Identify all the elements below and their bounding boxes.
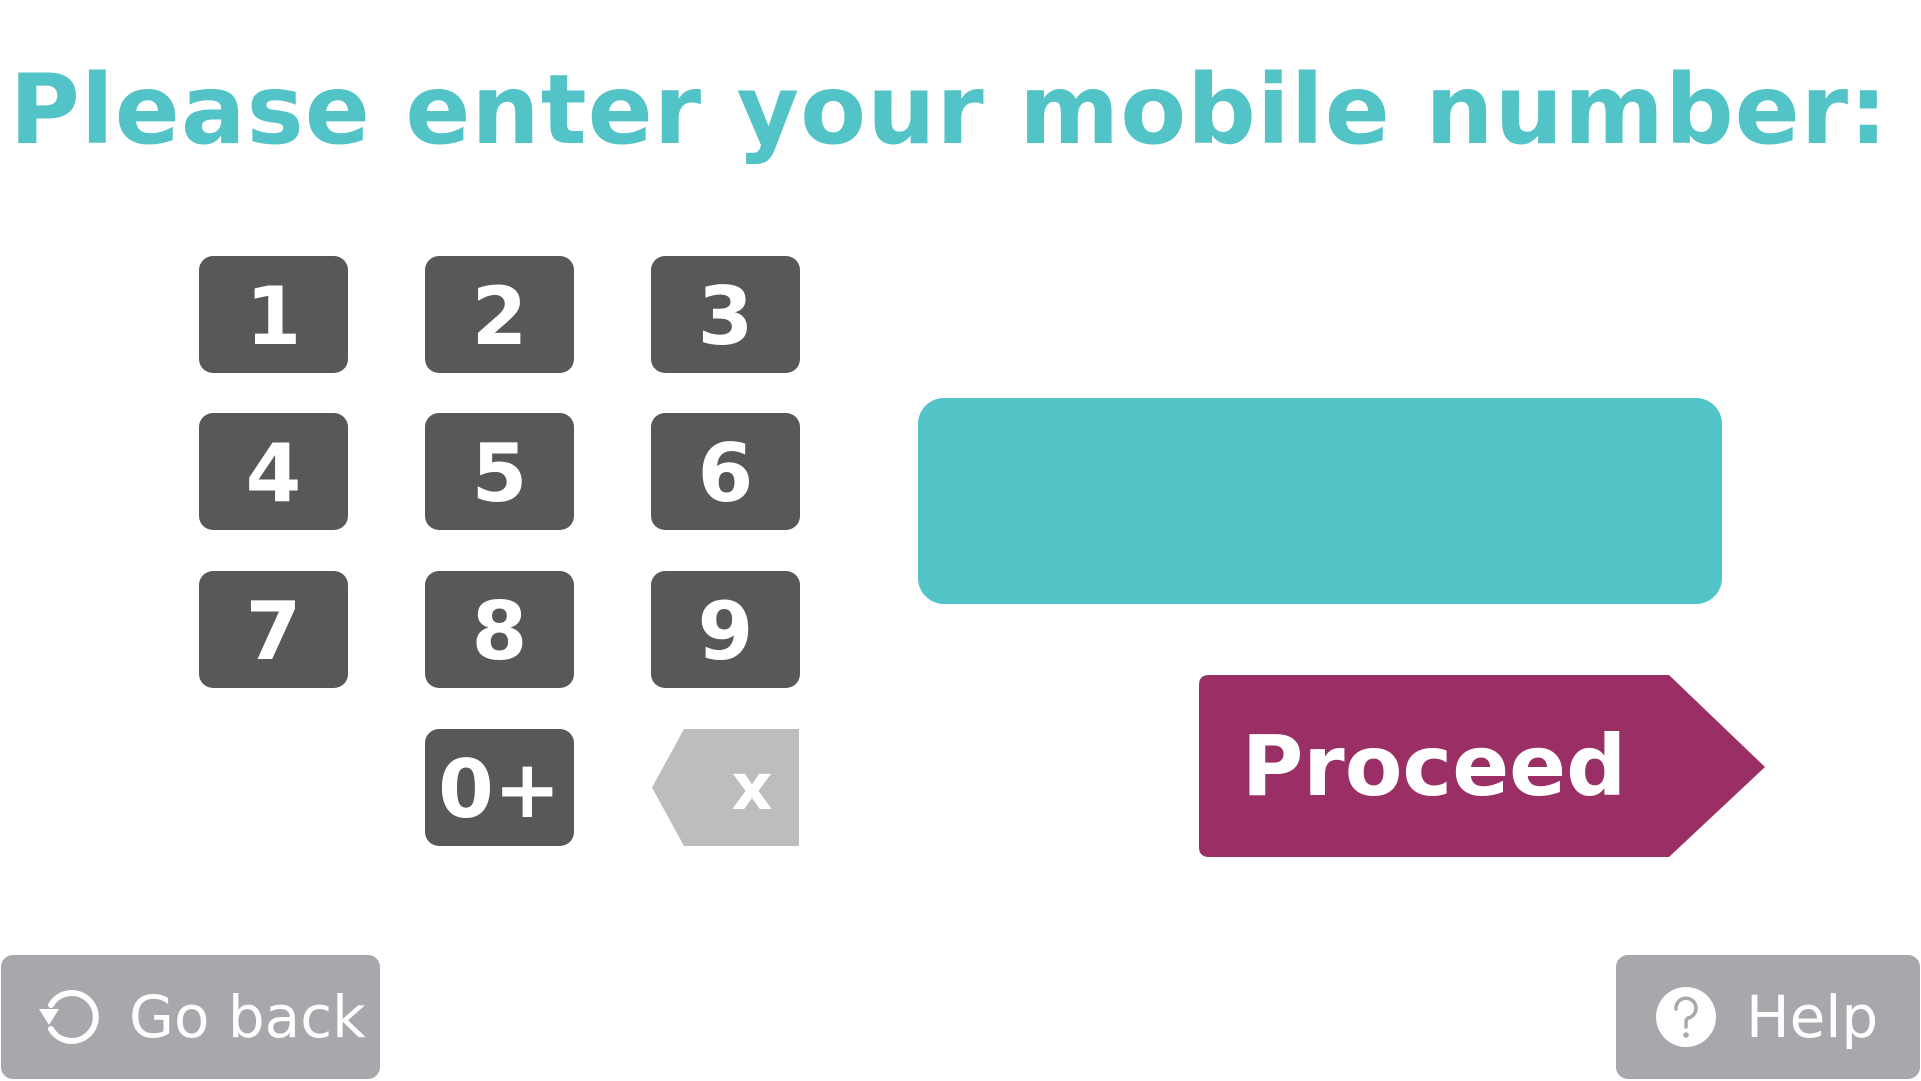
key-6[interactable]: 6: [651, 413, 800, 530]
help-label: Help: [1746, 983, 1879, 1051]
key-7[interactable]: 7: [199, 571, 348, 688]
go-back-button[interactable]: Go back: [1, 955, 380, 1079]
key-1[interactable]: 1: [199, 256, 348, 373]
refresh-arrow-icon: [37, 985, 101, 1049]
page-title: Please enter your mobile number:: [9, 54, 1889, 166]
go-back-label: Go back: [129, 983, 366, 1051]
key-9[interactable]: 9: [651, 571, 800, 688]
proceed-button[interactable]: Proceed: [1199, 675, 1765, 857]
key-2[interactable]: 2: [425, 256, 574, 373]
delete-label: x: [731, 750, 773, 825]
proceed-label: Proceed: [1241, 717, 1627, 815]
mobile-number-entry-screen: Please enter your mobile number: 1 2 3 4…: [0, 0, 1921, 1081]
help-button[interactable]: Help: [1616, 955, 1920, 1079]
key-5[interactable]: 5: [425, 413, 574, 530]
delete-button[interactable]: x: [652, 729, 799, 846]
key-0-plus[interactable]: 0+: [425, 729, 574, 846]
mobile-number-input[interactable]: [918, 398, 1722, 604]
question-circle-icon: [1654, 985, 1718, 1049]
key-3[interactable]: 3: [651, 256, 800, 373]
key-4[interactable]: 4: [199, 413, 348, 530]
key-8[interactable]: 8: [425, 571, 574, 688]
